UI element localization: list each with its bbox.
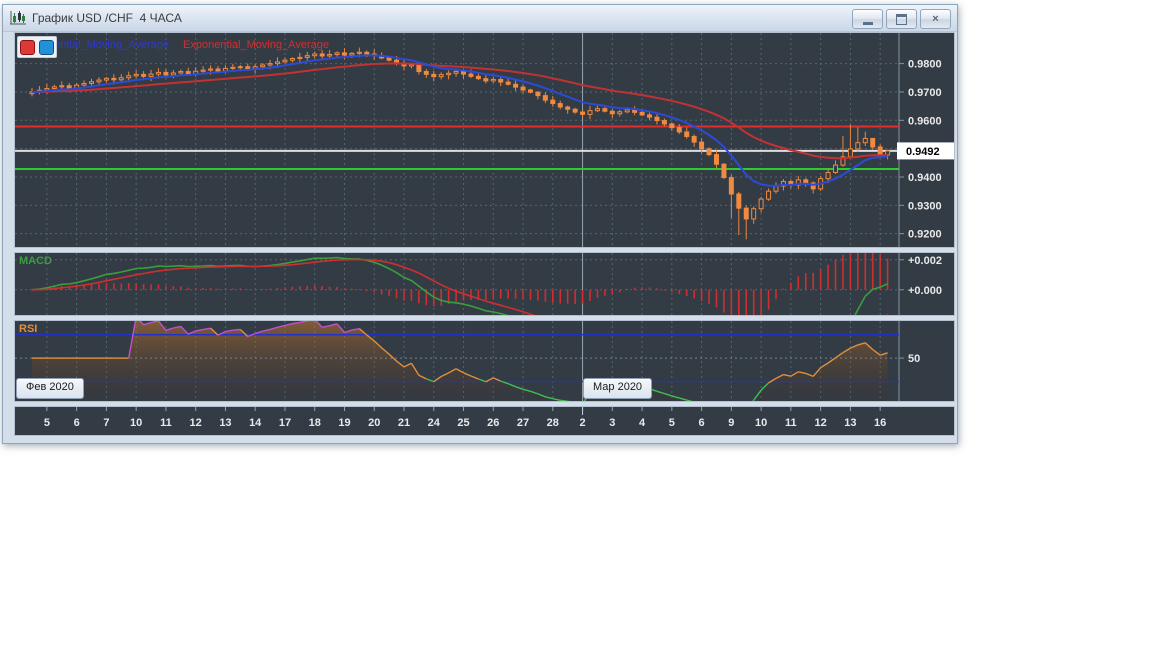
svg-text:26: 26 <box>487 417 499 429</box>
maximize-icon <box>896 13 907 25</box>
svg-text:14: 14 <box>249 417 262 429</box>
svg-text:13: 13 <box>219 417 231 429</box>
svg-text:50: 50 <box>908 353 920 365</box>
date-axis-svg: 5 6 7 10 11 12 13 14 17 18 19 20 21 24 25 26 27 28 2 3 4 5 6 9 1… <box>44 407 886 429</box>
rsi-panel[interactable]: RSI 50 Фев 2020 Мар 2020 <box>14 320 955 402</box>
svg-text:5: 5 <box>669 417 675 429</box>
macd-histogram <box>31 253 889 315</box>
svg-text:0.9300: 0.9300 <box>908 200 942 212</box>
month-label-feb[interactable]: Фев 2020 <box>16 378 84 399</box>
rsi-chart: 50 <box>15 321 920 401</box>
date-axis[interactable]: 5 6 7 10 11 12 13 14 17 18 19 20 21 24 25 26 27 28 2 3 4 5 6 9 1… <box>14 406 955 436</box>
macd-chart: +0.002 +0.000 <box>15 253 942 315</box>
rsi-label: RSI <box>19 323 38 335</box>
svg-text:+0.000: +0.000 <box>908 285 942 297</box>
svg-text:28: 28 <box>547 417 559 429</box>
svg-text:0.9400: 0.9400 <box>908 172 942 184</box>
svg-text:+0.002: +0.002 <box>908 255 942 267</box>
svg-text:6: 6 <box>699 417 705 429</box>
minimize-button[interactable] <box>852 9 883 29</box>
svg-text:6: 6 <box>74 417 80 429</box>
svg-text:3: 3 <box>609 417 615 429</box>
candlestick-chart: 0.9800 0.9700 0.9600 0.9400 0.9300 0.9200 0.94… <box>15 33 954 247</box>
macd-label: MACD <box>19 255 52 267</box>
maximize-button[interactable] <box>886 9 917 29</box>
svg-text:27: 27 <box>517 417 529 429</box>
chart-icon <box>10 11 26 25</box>
chart-window: График USD /CHF 4 ЧАСА × Exponential_Mov… <box>2 4 958 444</box>
svg-text:10: 10 <box>130 417 142 429</box>
titlebar[interactable]: График USD /CHF 4 ЧАСА × <box>3 5 957 32</box>
indicator-buttons <box>17 36 57 58</box>
svg-text:0.9800: 0.9800 <box>908 59 942 71</box>
svg-text:0.9600: 0.9600 <box>908 115 942 127</box>
svg-text:18: 18 <box>309 417 321 429</box>
svg-text:11: 11 <box>785 417 797 429</box>
blue-indicator-button[interactable] <box>39 39 54 55</box>
ema-slow-legend: Exponential_Moving_Average <box>183 39 329 51</box>
svg-text:12: 12 <box>190 417 202 429</box>
svg-text:7: 7 <box>103 417 109 429</box>
svg-text:24: 24 <box>428 417 441 429</box>
svg-text:17: 17 <box>279 417 291 429</box>
close-icon: × <box>932 13 939 25</box>
macd-signal-line <box>31 258 889 315</box>
window-title: График USD /CHF 4 ЧАСА <box>32 11 182 25</box>
svg-text:12: 12 <box>815 417 827 429</box>
macd-line <box>31 256 888 315</box>
macd-panel[interactable]: MACD +0.002 +0.000 <box>14 252 955 316</box>
current-price-label: 0.9492 <box>906 146 940 158</box>
svg-text:16: 16 <box>874 417 886 429</box>
svg-text:21: 21 <box>398 417 410 429</box>
svg-text:4: 4 <box>639 417 646 429</box>
rsi-area <box>32 321 888 401</box>
minimize-icon <box>862 21 873 25</box>
svg-text:13: 13 <box>844 417 856 429</box>
svg-text:0.9200: 0.9200 <box>908 229 942 241</box>
svg-text:0.9700: 0.9700 <box>908 87 942 99</box>
svg-text:10: 10 <box>755 417 767 429</box>
month-label-mar[interactable]: Мар 2020 <box>583 378 653 399</box>
svg-text:19: 19 <box>338 417 350 429</box>
red-indicator-button[interactable] <box>20 39 35 55</box>
svg-text:11: 11 <box>160 417 172 429</box>
svg-text:20: 20 <box>368 417 380 429</box>
svg-text:25: 25 <box>457 417 469 429</box>
price-panel[interactable]: Exponential_Moving_Average Exponential_M… <box>14 32 955 248</box>
svg-text:2: 2 <box>579 417 585 429</box>
svg-text:9: 9 <box>728 417 734 429</box>
close-button[interactable]: × <box>920 9 951 29</box>
svg-text:5: 5 <box>44 417 50 429</box>
